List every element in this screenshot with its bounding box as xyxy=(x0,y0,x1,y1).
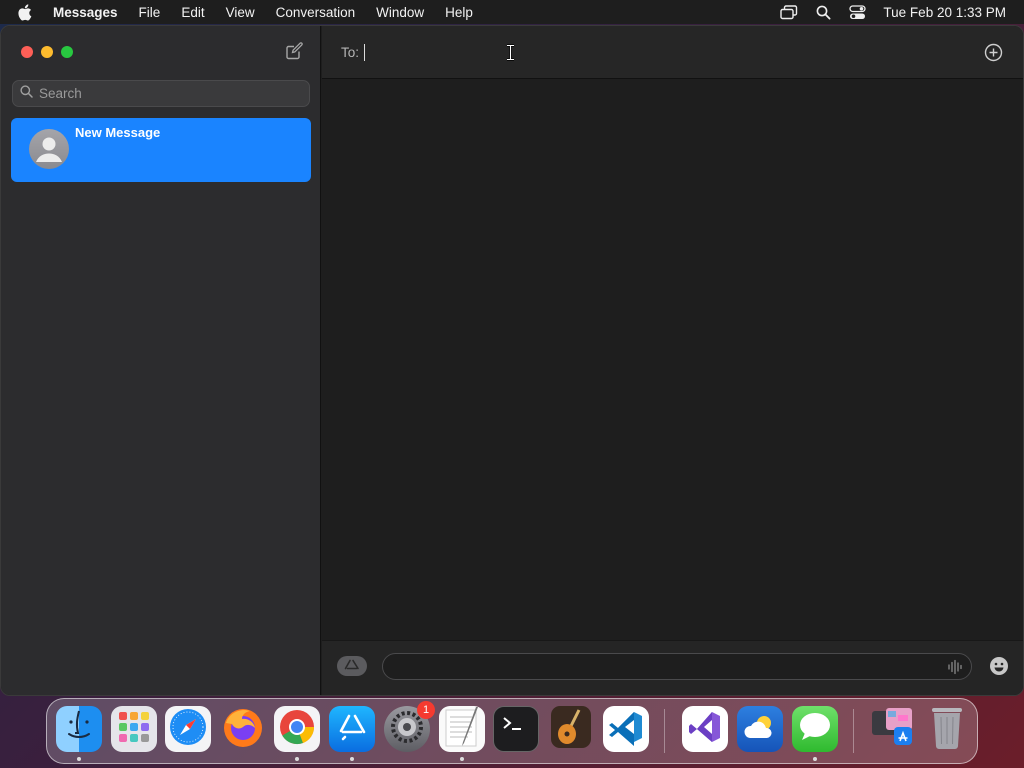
firefox-icon xyxy=(221,705,265,754)
sidebar: New Message xyxy=(1,26,321,695)
conversation-item-new-message[interactable]: New Message xyxy=(11,118,311,182)
dock-launchpad[interactable] xyxy=(111,706,157,752)
search-input[interactable] xyxy=(39,86,289,101)
running-indicator xyxy=(77,757,81,761)
dock-chrome[interactable] xyxy=(274,706,320,761)
running-indicator xyxy=(813,757,817,761)
dock-garageband[interactable] xyxy=(548,704,594,755)
conversation-pane: To: xyxy=(322,26,1023,695)
running-indicator xyxy=(460,757,464,761)
compose-icon[interactable] xyxy=(285,42,303,60)
dock-separator xyxy=(853,709,854,753)
apple-logo-icon[interactable] xyxy=(17,3,37,21)
dock-messages[interactable] xyxy=(792,706,838,761)
menu-view[interactable]: View xyxy=(226,5,255,20)
running-indicator xyxy=(350,757,354,761)
messages-icon xyxy=(797,710,833,749)
menu-help[interactable]: Help xyxy=(445,5,473,20)
menu-bar: Messages File Edit View Conversation Win… xyxy=(0,0,1024,24)
messages-window: New Message To: xyxy=(0,25,1024,696)
textedit-icon xyxy=(442,705,482,754)
dock-safari[interactable] xyxy=(165,706,211,752)
menu-window[interactable]: Window xyxy=(376,5,424,20)
dock-trash[interactable] xyxy=(924,706,970,752)
conversation-name: New Message xyxy=(75,125,161,140)
zoom-window-button[interactable] xyxy=(61,46,73,58)
vscode-icon xyxy=(607,708,645,751)
message-field[interactable] xyxy=(382,653,972,680)
notification-badge: 1 xyxy=(417,701,435,719)
menu-bar-clock[interactable]: Tue Feb 20 1:33 PM xyxy=(883,5,1006,20)
audio-message-icon[interactable] xyxy=(947,659,963,680)
menu-edit[interactable]: Edit xyxy=(181,5,204,20)
visual-studio-icon xyxy=(687,709,723,750)
to-label: To: xyxy=(341,44,360,60)
search-icon xyxy=(20,84,33,103)
message-input[interactable] xyxy=(395,654,935,679)
add-recipient-icon[interactable] xyxy=(984,43,1003,62)
garageband-icon xyxy=(549,704,593,755)
text-cursor-icon xyxy=(506,44,515,66)
recipient-input[interactable] xyxy=(364,43,925,61)
spotlight-search-icon[interactable] xyxy=(816,5,831,20)
dock-firefox[interactable] xyxy=(220,706,266,752)
search-field[interactable] xyxy=(12,80,310,107)
recipient-bar: To: xyxy=(322,26,1023,79)
screen-mirroring-icon[interactable] xyxy=(780,4,798,20)
dock-visual-studio[interactable] xyxy=(682,706,728,752)
weather-icon xyxy=(742,712,778,747)
dock-system-settings[interactable]: 1 xyxy=(384,701,435,752)
safari-icon xyxy=(167,706,209,753)
terminal-icon xyxy=(499,712,533,747)
chrome-icon xyxy=(277,707,317,752)
menu-conversation[interactable]: Conversation xyxy=(276,5,356,20)
dock-terminal[interactable] xyxy=(493,706,539,752)
close-window-button[interactable] xyxy=(21,46,33,58)
minimize-window-button[interactable] xyxy=(41,46,53,58)
finder-icon xyxy=(59,707,99,752)
dock-finder[interactable] xyxy=(56,706,102,761)
dock-textedit[interactable] xyxy=(439,705,485,761)
menu-app-messages[interactable]: Messages xyxy=(53,5,118,20)
menu-file[interactable]: File xyxy=(139,5,161,20)
dock-app-store[interactable] xyxy=(329,706,375,761)
app-store-icon xyxy=(337,712,367,747)
dock-weather[interactable] xyxy=(737,706,783,752)
compose-bar xyxy=(322,640,1023,695)
downloads-stack-icon xyxy=(869,705,915,754)
avatar xyxy=(29,129,69,169)
trash-icon xyxy=(927,704,967,755)
running-indicator xyxy=(295,757,299,761)
menu-bar-status-area: Tue Feb 20 1:33 PM xyxy=(762,0,1006,24)
launchpad-icon xyxy=(116,709,152,750)
dock-downloads-stack[interactable] xyxy=(869,706,915,752)
app-store-apps-button[interactable] xyxy=(337,656,367,676)
dock-separator xyxy=(664,709,665,753)
control-center-icon[interactable] xyxy=(849,4,867,20)
dock: 1 xyxy=(46,698,978,764)
window-controls xyxy=(21,46,73,58)
emoji-icon[interactable] xyxy=(989,656,1009,676)
dock-vscode[interactable] xyxy=(603,706,649,752)
